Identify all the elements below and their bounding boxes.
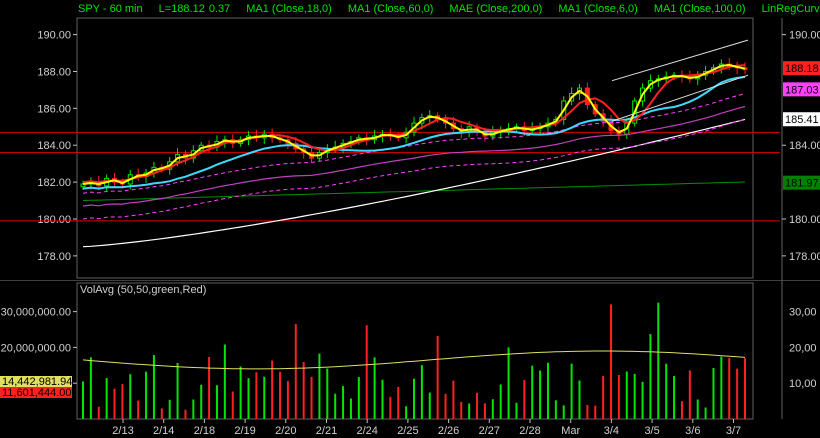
price-tick-label: 184.00 bbox=[37, 140, 71, 152]
price-frame bbox=[76, 17, 754, 279]
price-tick-label: 182.00 bbox=[37, 177, 71, 189]
date-tick-label: 2/21 bbox=[316, 425, 337, 437]
date-tick-label: 2/18 bbox=[194, 425, 215, 437]
date-tick-label: 2/25 bbox=[397, 425, 418, 437]
interval: 60 min bbox=[109, 3, 143, 15]
price-label: 185.41 bbox=[785, 114, 819, 126]
long-average-line bbox=[82, 181, 746, 202]
right-volume-tick-label: 10,00 bbox=[789, 378, 817, 390]
date-tick-label: 2/26 bbox=[438, 425, 459, 437]
right-price-tick-label: 178.00 bbox=[789, 251, 820, 263]
volume-panel: VolAvg (50,50,green,Red)10,000,000.0020,… bbox=[0, 282, 817, 437]
price-change: 0.37 bbox=[208, 3, 231, 15]
date-tick-label: 2/14 bbox=[153, 425, 174, 437]
study-5: LinRegCurv (Cl bbox=[761, 3, 820, 15]
volume-study-label: VolAvg (50,50,green,Red) bbox=[80, 284, 206, 296]
date-tick-label: Mar bbox=[561, 425, 580, 437]
study-3: MA1 (Close,6,0) bbox=[558, 3, 638, 15]
ma200-line bbox=[82, 118, 746, 248]
study-4: MA1 (Close,100,0) bbox=[653, 3, 746, 15]
study-2: MAE (Close,200,0) bbox=[449, 3, 543, 15]
right-volume-tick-label: 30,00 bbox=[789, 307, 817, 319]
volume-tick-label: 20,000,000.00 bbox=[1, 342, 71, 354]
date-tick-label: 2/20 bbox=[275, 425, 296, 437]
price-tick-label: 186.00 bbox=[37, 103, 71, 115]
date-tick-label: 2/13 bbox=[112, 425, 133, 437]
last-price: L=188.12 bbox=[158, 3, 205, 15]
symbol: SPY - 60 min bbox=[78, 3, 143, 15]
chart-header: SPY - 60 min L=188.12 0.37 MA1 (Close,18,0)… bbox=[78, 3, 820, 15]
price-panel: 178.00 180.00 182.00 184.00 186.00 188.00 190.… bbox=[0, 17, 820, 419]
date-tick-label: 3/4 bbox=[604, 425, 619, 437]
right-price-tick-label: 180.00 bbox=[789, 214, 820, 226]
study-1: MA1 (Close,60,0) bbox=[347, 3, 434, 15]
regression-upper-line bbox=[611, 39, 749, 82]
price-tick-label: 178.00 bbox=[37, 251, 71, 263]
right-volume-tick-label: 20,00 bbox=[789, 342, 817, 354]
date-tick-label: 2/19 bbox=[234, 425, 255, 437]
price-label: 188.18 bbox=[785, 63, 819, 75]
right-price-tick-label: 184.00 bbox=[789, 140, 820, 152]
price-volume-chart[interactable]: 178.00 180.00 182.00 184.00 186.00 188.00 190.… bbox=[0, 0, 820, 438]
price-label: 187.03 bbox=[785, 84, 819, 96]
right-price-tick-label: 190.00 bbox=[789, 30, 820, 42]
date-tick-label: 3/7 bbox=[726, 425, 741, 437]
price-tick-label: 180.00 bbox=[37, 214, 71, 226]
study-0: MA1 (Close,18,0) bbox=[246, 3, 332, 15]
volume-tick-label: 30,000,000.00 bbox=[1, 307, 71, 319]
price-label: 181.97 bbox=[785, 178, 819, 190]
date-tick-label: 2/24 bbox=[356, 425, 377, 437]
volume-last-label: 11,601,444.00 bbox=[2, 387, 72, 399]
date-tick-label: 2/27 bbox=[479, 425, 500, 437]
date-tick-label: 3/5 bbox=[644, 425, 659, 437]
price-tick-label: 190.00 bbox=[37, 30, 71, 42]
volume-average-line bbox=[82, 350, 746, 370]
price-tick-label: 188.00 bbox=[37, 66, 71, 78]
date-tick-label: 2/28 bbox=[519, 425, 540, 437]
date-tick-label: 3/6 bbox=[685, 425, 700, 437]
symbol-text: SPY bbox=[78, 3, 100, 15]
